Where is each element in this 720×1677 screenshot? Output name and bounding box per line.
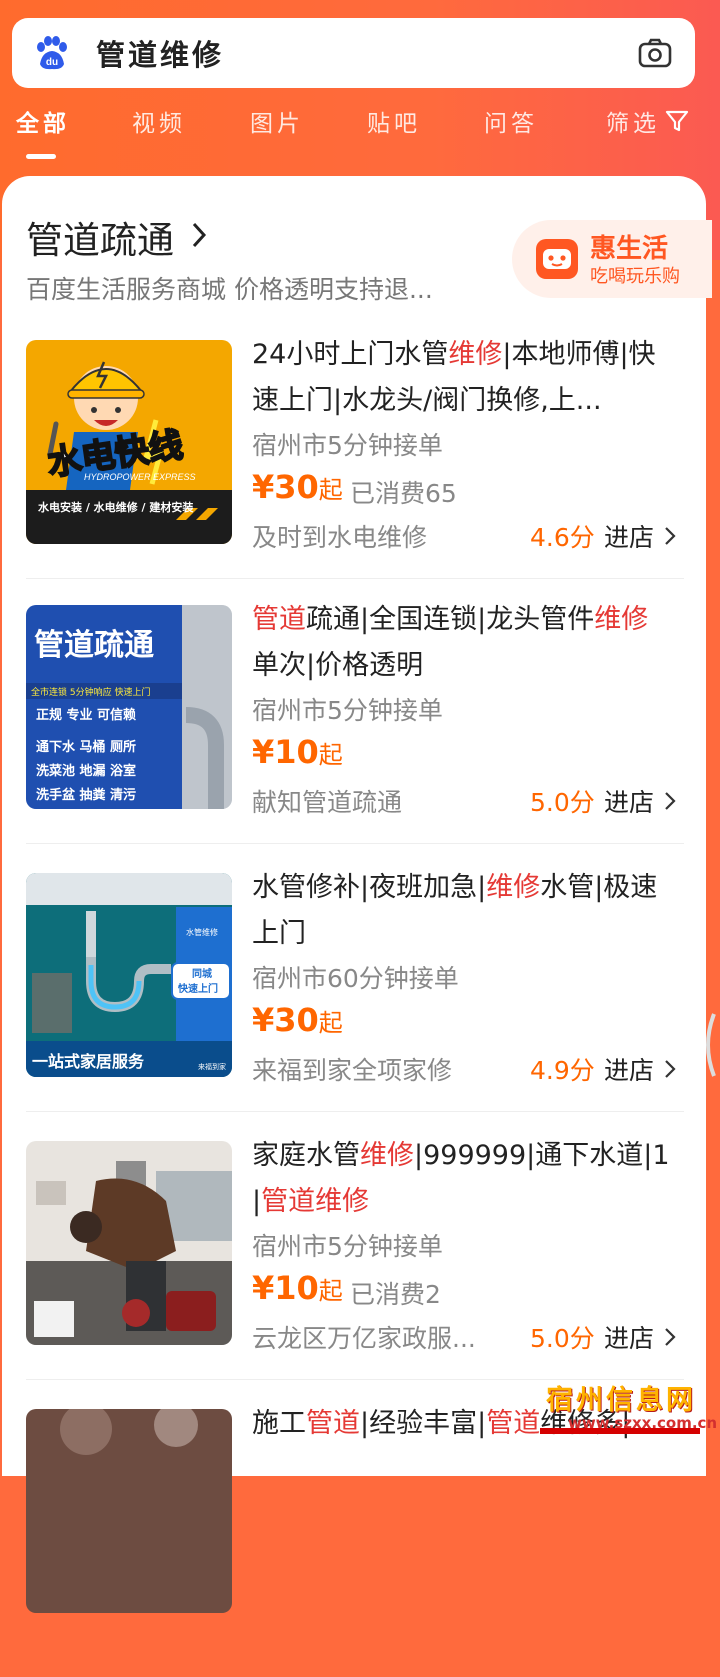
search-query[interactable]: 管道维修 xyxy=(96,32,224,74)
search-tabs: 全部 视频 图片 贴吧 问答 筛选 xyxy=(0,104,720,164)
title-highlight: 管道 xyxy=(252,604,306,635)
title-highlight: 维修 xyxy=(360,1140,414,1171)
item-shop-name[interactable]: 及时到水电维修 xyxy=(252,518,427,554)
result-card: 管道疏通 百度生活服务商城 价格透明支持退... 惠生活 吃喝玩乐购 水电快线 … xyxy=(2,176,712,1613)
list-item[interactable]: 管道疏通 全市连锁 5分钟响应 快速上门 正规 专业 可信赖 通下水 马桶 厕所… xyxy=(2,604,706,873)
item-shop-name[interactable]: 云龙区万亿家政服... xyxy=(252,1319,476,1355)
thumb-footer: 一站式家居服务 xyxy=(32,1052,145,1071)
title-text: 水管修补|夜班加急| xyxy=(252,872,487,903)
watermark-title: 宿州信息网 xyxy=(546,1385,696,1416)
item-location: 宿州市60分钟接单 xyxy=(252,964,459,993)
item-title[interactable]: 家庭水管维修|999999|通下水道|1|管道维修 xyxy=(252,1133,672,1225)
item-title[interactable]: 水管修补|夜班加急|维修水管|极速上门 xyxy=(252,865,672,957)
divider xyxy=(26,843,684,844)
item-sold-count: 已消费65 xyxy=(350,479,457,508)
thumbnail-water-pipe: 水管维修 同城 快速上门 一站式家居服务 来福到家 xyxy=(26,873,232,1077)
tab-video[interactable]: 视频 xyxy=(132,104,186,138)
chevron-right-icon[interactable] xyxy=(190,220,208,250)
thumbnail-pipe-dredge: 管道疏通 全市连锁 5分钟响应 快速上门 正规 专业 可信赖 通下水 马桶 厕所… xyxy=(26,605,232,809)
thumb-brand-en: HYDROPOWER EXPRESS xyxy=(84,472,196,482)
title-highlight: 管道维修 xyxy=(261,1186,370,1217)
title-highlight: 维修 xyxy=(486,872,541,903)
chevron-right-icon[interactable] xyxy=(664,1059,676,1079)
edge-swipe-handle[interactable] xyxy=(700,1010,718,1080)
watermark-url: www.szxx.com.cn xyxy=(568,1414,718,1432)
camera-icon[interactable] xyxy=(637,36,673,70)
item-rating: 5.0分 xyxy=(530,788,595,817)
thumbnail-worker-photo xyxy=(26,1141,232,1345)
thumbnail-construction xyxy=(26,1409,232,1613)
title-text: 疏通|全国连锁|龙头管件 xyxy=(306,604,595,635)
section-subtitle: 百度生活服务商城 价格透明支持退... xyxy=(26,275,433,304)
item-rating: 4.6分 xyxy=(530,523,595,552)
item-title[interactable]: 管道疏通|全国连锁|龙头管件维修 单次|价格透明 xyxy=(252,597,672,689)
tab-qa[interactable]: 问答 xyxy=(484,104,538,138)
enter-shop-button[interactable]: 进店 xyxy=(604,1051,654,1087)
tab-tieba[interactable]: 贴吧 xyxy=(367,104,421,138)
chevron-right-icon[interactable] xyxy=(664,1327,676,1347)
thumb-row: 正规 专业 可信赖 xyxy=(36,707,136,723)
search-bar[interactable]: du 管道维修 xyxy=(12,18,695,88)
thumb-row: 洗手盆 抽粪 清污 xyxy=(36,787,136,803)
list-item[interactable]: 施工管道|经验丰富|管道维修多|... xyxy=(2,1408,706,1677)
item-shop-name[interactable]: 献知管道疏通 xyxy=(252,783,402,819)
item-price: ¥10起 xyxy=(252,733,343,771)
thumb-brand: 来福到家 xyxy=(198,1062,226,1071)
tab-all[interactable]: 全部 xyxy=(16,104,70,138)
promo-subtitle: 吃喝玩乐购 xyxy=(590,266,680,287)
chevron-right-icon[interactable] xyxy=(664,791,676,811)
thumb-badge: 同城 xyxy=(192,967,212,980)
item-location: 宿州市5分钟接单 xyxy=(252,431,443,460)
section-title[interactable]: 管道疏通 xyxy=(26,210,174,264)
item-sold-count: 已消费2 xyxy=(350,1280,441,1309)
item-title[interactable]: 24小时上门水管维修|本地师傅|快速上门|水龙头/阀门换修,上... xyxy=(252,332,672,424)
list-item[interactable]: 水电快线 HYDROPOWER EXPRESS 水电安装 / 水电维修 / 建材… xyxy=(2,339,706,608)
divider xyxy=(26,578,684,579)
list-item[interactable]: 家庭水管维修|999999|通下水道|1|管道维修 宿州市5分钟接单 ¥10起 … xyxy=(2,1140,706,1409)
enter-shop-button[interactable]: 进店 xyxy=(604,518,654,554)
enter-shop-button[interactable]: 进店 xyxy=(604,1319,654,1355)
item-location: 宿州市5分钟接单 xyxy=(252,1232,443,1261)
promo-title: 惠生活 xyxy=(590,234,669,264)
item-shop-name[interactable]: 来福到家全项家修 xyxy=(252,1051,452,1087)
thumbnail-hydropower: 水电快线 HYDROPOWER EXPRESS 水电安装 / 水电维修 / 建材… xyxy=(26,340,232,544)
divider xyxy=(26,1111,684,1112)
title-text: 施工 xyxy=(252,1408,306,1439)
thumb-footer: 水电安装 / 水电维修 / 建材安装 xyxy=(38,500,193,514)
tab-filter[interactable]: 筛选 xyxy=(606,104,660,138)
tab-image[interactable]: 图片 xyxy=(250,104,304,138)
title-text: 家庭水管 xyxy=(252,1140,360,1171)
title-highlight: 管道 xyxy=(486,1408,541,1439)
chevron-right-icon[interactable] xyxy=(664,526,676,546)
title-highlight: 维修 xyxy=(448,339,503,370)
item-location: 宿州市5分钟接单 xyxy=(252,696,443,725)
title-highlight: 管道 xyxy=(306,1408,360,1439)
item-price: ¥30起 xyxy=(252,468,343,506)
title-text: 单次|价格透明 xyxy=(252,650,424,681)
thumb-tag: 水管维修 xyxy=(186,927,218,937)
watermark: 宿州信息网 www.szxx.com.cn xyxy=(540,1378,720,1435)
title-text: |经验丰富| xyxy=(360,1408,487,1439)
item-price: ¥30起 xyxy=(252,1001,343,1039)
promo-badge[interactable]: 惠生活 吃喝玩乐购 xyxy=(512,220,712,298)
item-rating: 5.0分 xyxy=(530,1324,595,1353)
thumb-row: 洗菜池 地漏 浴室 xyxy=(36,763,136,779)
enter-shop-button[interactable]: 进店 xyxy=(604,783,654,819)
promo-logo-icon xyxy=(536,239,578,279)
title-text: 24小时上门水管 xyxy=(252,339,449,370)
svg-text:du: du xyxy=(46,57,58,68)
item-rating: 4.9分 xyxy=(530,1056,595,1085)
baidu-paw-icon: du xyxy=(37,36,67,70)
filter-icon[interactable] xyxy=(664,108,690,134)
thumb-badge: 快速上门 xyxy=(177,982,218,995)
active-tab-indicator xyxy=(26,154,56,159)
thumb-title: 管道疏通 xyxy=(34,628,154,663)
title-highlight: 维修 xyxy=(594,604,649,635)
list-item[interactable]: 水管维修 同城 快速上门 一站式家居服务 来福到家 水管修补|夜班加急|维修水管… xyxy=(2,872,706,1141)
thumb-chips: 全市连锁 5分钟响应 快速上门 xyxy=(31,686,150,698)
item-price: ¥10起 xyxy=(252,1269,343,1307)
thumb-row: 通下水 马桶 厕所 xyxy=(36,739,136,755)
